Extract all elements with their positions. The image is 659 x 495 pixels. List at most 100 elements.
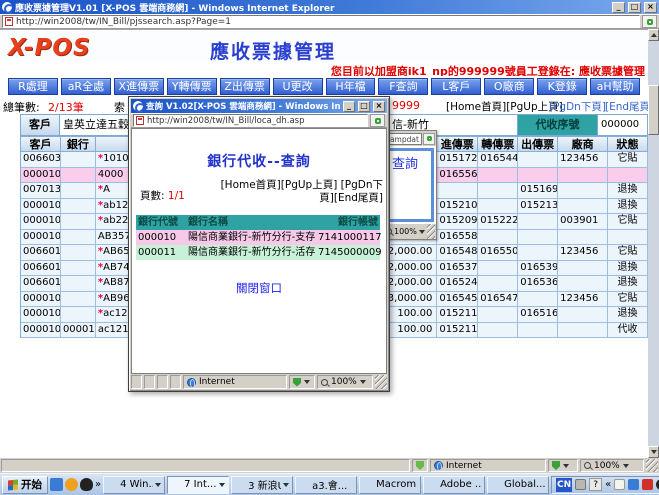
xpos-logo: X-POS <box>8 35 91 61</box>
collect-seq-value[interactable]: 000000 <box>597 114 648 136</box>
popup-maximize-button[interactable]: □ <box>358 101 370 112</box>
nav-end-link[interactable]: [End尾頁] <box>605 99 648 114</box>
popup-phishing-filter[interactable] <box>289 375 315 389</box>
task-label: 3 新浪UC <box>248 477 281 492</box>
address-input[interactable]: http://win2008/tw/IN_Bill/pjssearch.asp?… <box>2 15 640 28</box>
close-window-link[interactable]: 關閉窗口 <box>132 280 386 296</box>
task-button[interactable]: Macrom... <box>359 476 421 494</box>
menu-button[interactable]: K登錄 <box>537 78 587 95</box>
help-icon[interactable]: ? <box>589 478 602 491</box>
scroll-down-button[interactable] <box>648 446 659 458</box>
col-bank-account: 銀行帳號 <box>318 215 380 230</box>
task-button[interactable]: 4 Win... <box>103 476 165 494</box>
col-customer: 客戶 <box>21 136 61 152</box>
cell-transfer-voucher <box>478 276 518 292</box>
scroll-up-button[interactable] <box>648 29 659 41</box>
cell-out-voucher: 015169 <box>518 183 558 199</box>
cell-vendor <box>558 307 608 323</box>
col-vendor: 廠商 <box>558 136 608 152</box>
popup-nav-links[interactable]: [Home首頁][PgUp上頁] [PgDn下頁][End尾頁] <box>218 179 383 205</box>
mini-query-panel[interactable]: 查詢 <box>386 148 434 222</box>
nav-pgdn-link[interactable]: [PgDn下頁] <box>549 99 606 114</box>
popup-minimize-button[interactable]: _ <box>343 101 355 112</box>
minimize-button[interactable]: _ <box>612 2 625 13</box>
page-icon <box>5 17 13 26</box>
index-label: 索 <box>114 99 125 115</box>
zoom-control[interactable]: 100% <box>580 459 644 472</box>
maximize-button[interactable]: □ <box>628 2 641 13</box>
menu-button[interactable]: aH幫助 <box>590 78 640 95</box>
task-button[interactable]: a3.會... <box>295 476 357 494</box>
popup-address-input[interactable]: http://win2008/tw/IN_Bill/loca_dh.asp <box>133 114 368 127</box>
status-zone: Internet <box>430 459 546 472</box>
popup-titlebar[interactable]: 查詢 V1.02[X-POS 雲端商務網] - Windows Intern..… <box>131 99 387 113</box>
cell-in-voucher: 016537 <box>437 261 478 277</box>
menu-button[interactable]: Z出傳票 <box>220 78 270 95</box>
page-title: 應收票據管理 <box>210 37 336 64</box>
popup-status-bar: Internet 100% <box>131 374 387 389</box>
quicklaunch-ie-icon[interactable] <box>50 478 63 491</box>
menu-button[interactable]: F查詢 <box>378 78 428 95</box>
scrollbar-thumb[interactable] <box>648 85 659 135</box>
language-indicator[interactable]: CN <box>556 478 572 492</box>
main-window-title: 應收票據管理V1.01 [X-POS 雲端商務網] - Windows Inte… <box>15 1 609 14</box>
popup-table-body: 000010 陽信商業銀行-新竹分行-支存 7141000117 000011 … <box>136 230 380 260</box>
bank-code: 000010 <box>136 230 188 245</box>
nav-home-pgup[interactable]: [Home首頁][PgUp上頁] <box>446 99 563 114</box>
network-icon[interactable] <box>642 479 653 490</box>
cell-status <box>608 168 648 184</box>
cell-status: 它貼 <box>608 292 648 308</box>
mini-go-button[interactable] <box>423 133 435 145</box>
cell-transfer-voucher <box>478 323 518 339</box>
globe-icon <box>187 378 196 387</box>
messenger-icon[interactable] <box>628 479 639 490</box>
task-label: a3.會... <box>312 477 353 492</box>
note-icon[interactable] <box>614 479 625 490</box>
customer-filter-label: 客戶 <box>20 114 60 136</box>
task-button[interactable]: Global... <box>487 476 549 494</box>
menu-button[interactable]: aR全處 <box>61 78 111 95</box>
cell-status: 退換 <box>608 307 648 323</box>
cell-transfer-voucher: 016550 <box>478 245 518 261</box>
menu-button[interactable]: X進傳票 <box>114 78 164 95</box>
dropdown-icon <box>563 464 569 468</box>
close-button[interactable]: × <box>644 2 657 13</box>
col-in-voucher: 進傳票 <box>437 136 478 152</box>
quicklaunch-overflow-chevron[interactable]: » <box>95 479 101 490</box>
mini-address-input[interactable]: tampdat <box>385 133 422 145</box>
printer-icon[interactable] <box>575 479 586 490</box>
menu-button[interactable]: L客戶 <box>431 78 481 95</box>
menu-button[interactable]: U更改 <box>273 78 323 95</box>
bank-row[interactable]: 000010 陽信商業銀行-新竹分行-支存 7141000117 <box>136 230 380 245</box>
popup-close-button[interactable]: × <box>373 101 385 112</box>
cell-vendor <box>558 199 608 215</box>
bank-account: 7145000009 <box>318 245 380 260</box>
task-button[interactable]: Adobe ... <box>423 476 485 494</box>
task-label: 4 Win... <box>120 479 153 490</box>
cell-out-voucher <box>518 230 558 246</box>
go-button[interactable] <box>642 15 657 28</box>
resize-grip[interactable] <box>375 375 387 389</box>
bank-row[interactable]: 000011 陽信商業銀行-新竹分行-活存 7145000009 <box>136 245 380 260</box>
resize-grip[interactable] <box>646 459 658 472</box>
main-titlebar[interactable]: 應收票據管理V1.01 [X-POS 雲端商務網] - Windows Inte… <box>0 0 659 14</box>
quicklaunch-qq-icon[interactable] <box>80 478 93 491</box>
menu-button[interactable]: H年檔 <box>326 78 376 95</box>
task-button[interactable]: 3 新浪UC <box>231 476 293 494</box>
cell-customer: 000010 <box>21 307 61 323</box>
popup-body: 銀行代收--查詢 頁數: 1/1 [Home首頁][PgUp上頁] [PgDn下… <box>131 128 387 374</box>
task-button[interactable]: 7 Int... <box>167 476 229 494</box>
popup-zoom-control[interactable]: 100% <box>317 375 373 389</box>
cell-customer: 006601 <box>21 245 61 261</box>
menu-button[interactable]: O廠商 <box>484 78 534 95</box>
menu-button[interactable]: R處理 <box>8 78 58 95</box>
quicklaunch-messenger-icon[interactable] <box>65 478 78 491</box>
resize-grip[interactable] <box>427 224 435 239</box>
popup-go-button[interactable] <box>370 114 385 127</box>
phishing-filter[interactable] <box>548 459 578 472</box>
tray-collapse-chevron[interactable]: « <box>605 479 611 490</box>
menu-button[interactable]: Y轉傳票 <box>167 78 217 95</box>
page-label: 頁數: <box>140 190 165 202</box>
vertical-scrollbar[interactable] <box>648 29 659 458</box>
start-button[interactable]: 开始 <box>2 476 48 494</box>
